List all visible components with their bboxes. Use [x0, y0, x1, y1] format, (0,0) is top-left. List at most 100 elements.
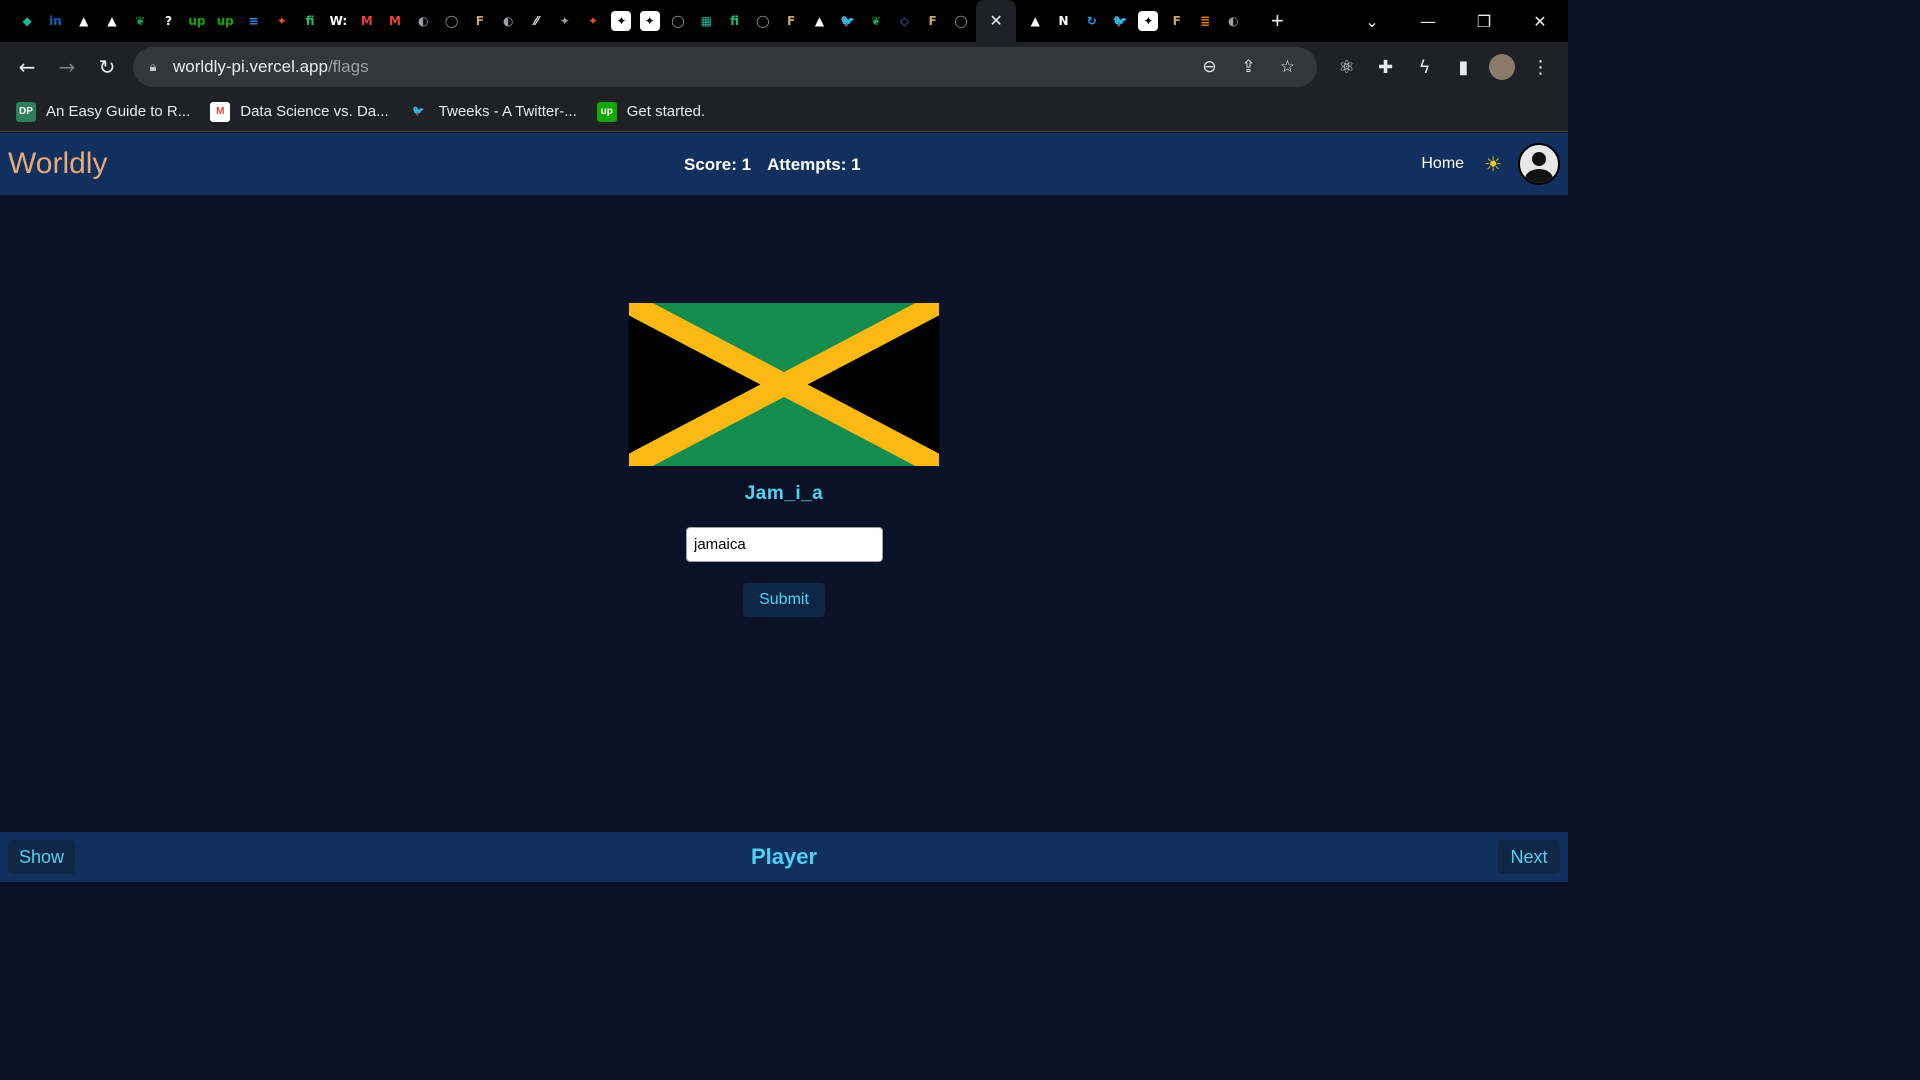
minimize-icon[interactable]: — — [1400, 0, 1456, 42]
browser-tab[interactable]: ◆ — [13, 0, 41, 42]
bookmark-item[interactable]: up Get started. — [596, 101, 705, 122]
browser-tab[interactable]: ▲ — [70, 0, 98, 42]
browser-tab[interactable]: ▲ — [1021, 0, 1049, 42]
slash-icon: ⁄⁄ — [534, 14, 539, 28]
browser-tab[interactable]: fi — [296, 0, 324, 42]
browser-tab[interactable]: ▦ — [692, 0, 720, 42]
browser-tab[interactable]: ◐ — [1219, 0, 1247, 42]
browser-tab[interactable]: in — [41, 0, 69, 42]
submit-button[interactable]: Submit — [743, 583, 825, 617]
help-icon: ? — [165, 14, 173, 28]
sun-icon[interactable]: ☀ — [1484, 152, 1502, 177]
globe-icon: ◐ — [502, 14, 514, 28]
new-tab-button[interactable]: + — [1259, 0, 1295, 42]
restore-icon[interactable]: ❐ — [1456, 0, 1512, 42]
browser-tab[interactable]: ◐ — [494, 0, 522, 42]
browser-tab[interactable]: ▲ — [805, 0, 833, 42]
browser-tab[interactable]: F — [1163, 0, 1191, 42]
sidepanel-icon[interactable]: ▮ — [1444, 47, 1483, 87]
browser-tab[interactable]: fi — [720, 0, 748, 42]
next-button[interactable]: Next — [1498, 840, 1560, 874]
share-icon[interactable]: ⇪ — [1229, 47, 1268, 87]
browser-tab[interactable]: ? — [154, 0, 182, 42]
linkedin-icon: in — [49, 14, 62, 28]
bookmark-item[interactable]: M Data Science vs. Da... — [210, 101, 389, 122]
close-tab-icon[interactable]: ✕ — [989, 11, 1002, 31]
lightning-icon[interactable]: ϟ — [1405, 47, 1444, 87]
drive-icon: ▲ — [79, 14, 89, 28]
reload-icon[interactable]: ↻ — [87, 47, 127, 87]
browser-tab[interactable]: ✦ — [1134, 0, 1162, 42]
browser-tab[interactable]: ⁄⁄ — [522, 0, 550, 42]
mongodb-icon: ❦ — [871, 14, 882, 28]
browser-tab[interactable]: ▲ — [98, 0, 126, 42]
browser-tab[interactable]: ◯ — [947, 0, 975, 42]
browser-tab[interactable]: ❦ — [862, 0, 890, 42]
dp-icon: DP — [16, 101, 36, 122]
browser-tab[interactable]: ✦ — [636, 0, 664, 42]
url-text[interactable]: worldly-pi.vercel.app/flags — [173, 57, 369, 77]
bookmark-item[interactable]: DP An Easy Guide to R... — [16, 101, 191, 122]
profile-avatar[interactable] — [1489, 54, 1515, 80]
browser-tab[interactable]: N — [1049, 0, 1077, 42]
bookmark-item[interactable]: 🐦 Tweeks - A Twitter-... — [409, 102, 576, 122]
globe-icon: ◐ — [1228, 14, 1239, 28]
refresh-icon: ↻ — [1086, 14, 1097, 28]
user-avatar[interactable] — [1518, 143, 1560, 185]
back-icon[interactable]: ← — [7, 47, 47, 87]
twitter-icon: 🐦 — [1112, 14, 1128, 28]
active-tab[interactable]: ✕ — [976, 0, 1017, 42]
browser-tab[interactable]: up — [183, 0, 211, 42]
browser-tab[interactable]: up — [211, 0, 239, 42]
browser-tab[interactable]: ✦ — [268, 0, 296, 42]
extensions-puzzle-icon[interactable]: ✚ — [1366, 47, 1405, 87]
browser-tab[interactable]: F — [777, 0, 805, 42]
browser-tab[interactable]: ≡ — [239, 0, 267, 42]
upwork-icon: up — [188, 14, 206, 28]
app-footer: Show Player Next — [0, 832, 1568, 882]
github-icon: ◯ — [756, 14, 770, 28]
close-window-icon[interactable]: ✕ — [1512, 0, 1568, 42]
browser-tab[interactable]: 🐦 — [834, 0, 862, 42]
browser-tab[interactable]: M — [353, 0, 381, 42]
browser-tab[interactable]: ✦ — [607, 0, 635, 42]
browser-tab[interactable]: M — [381, 0, 409, 42]
sparkle-icon: ✦ — [639, 11, 660, 31]
bookmark-star-icon[interactable]: ☆ — [1268, 47, 1307, 87]
lock-icon[interactable]: 🔒︎ — [133, 59, 173, 75]
drive-icon: ▲ — [107, 14, 117, 28]
react-devtools-icon[interactable]: ⚛ — [1327, 47, 1366, 87]
menu-kebab-icon[interactable]: ⋮ — [1521, 47, 1560, 87]
f-icon: F — [1172, 14, 1181, 28]
app-header: Worldly Score: 1 Attempts: 1 Home ☀ — [0, 133, 1568, 195]
browser-tab[interactable]: 🐦 — [1106, 0, 1134, 42]
answer-input[interactable] — [686, 527, 883, 562]
grid-icon: ▦ — [700, 14, 712, 28]
browser-tab[interactable]: ◇ — [890, 0, 918, 42]
browser-tab[interactable]: F — [919, 0, 947, 42]
notion-icon: N — [1058, 14, 1069, 28]
attempts-text: Attempts: 1 — [767, 155, 861, 174]
browser-tab[interactable]: ◯ — [664, 0, 692, 42]
browser-tab[interactable]: W: — [324, 0, 352, 42]
github-icon: ◯ — [444, 14, 459, 28]
browser-tab[interactable]: ↻ — [1078, 0, 1106, 42]
browser-tab[interactable]: ≣ — [1191, 0, 1219, 42]
figma-icon: ✦ — [559, 14, 570, 28]
home-link[interactable]: Home — [1421, 155, 1464, 173]
tab-search-icon[interactable]: ⌄ — [1344, 0, 1400, 42]
drive-icon: ▲ — [1030, 14, 1040, 28]
browser-tab[interactable]: ✦ — [579, 0, 607, 42]
zoom-icon[interactable]: ⊖ — [1190, 47, 1229, 87]
browser-tab[interactable]: ❦ — [126, 0, 154, 42]
forward-icon[interactable]: → — [47, 47, 87, 87]
upwork-icon: up — [596, 101, 617, 122]
address-bar[interactable]: 🔒︎ worldly-pi.vercel.app/flags ⊖ ⇪ ☆ — [133, 47, 1317, 87]
brand-logo[interactable]: Worldly — [8, 147, 107, 181]
browser-tab[interactable]: ◯ — [437, 0, 465, 42]
browser-tab[interactable]: F — [466, 0, 494, 42]
browser-tab[interactable]: ◐ — [409, 0, 437, 42]
bookmark-label: An Easy Guide to R... — [46, 103, 191, 120]
browser-tab[interactable]: ◯ — [749, 0, 777, 42]
browser-tab[interactable]: ✦ — [551, 0, 579, 42]
